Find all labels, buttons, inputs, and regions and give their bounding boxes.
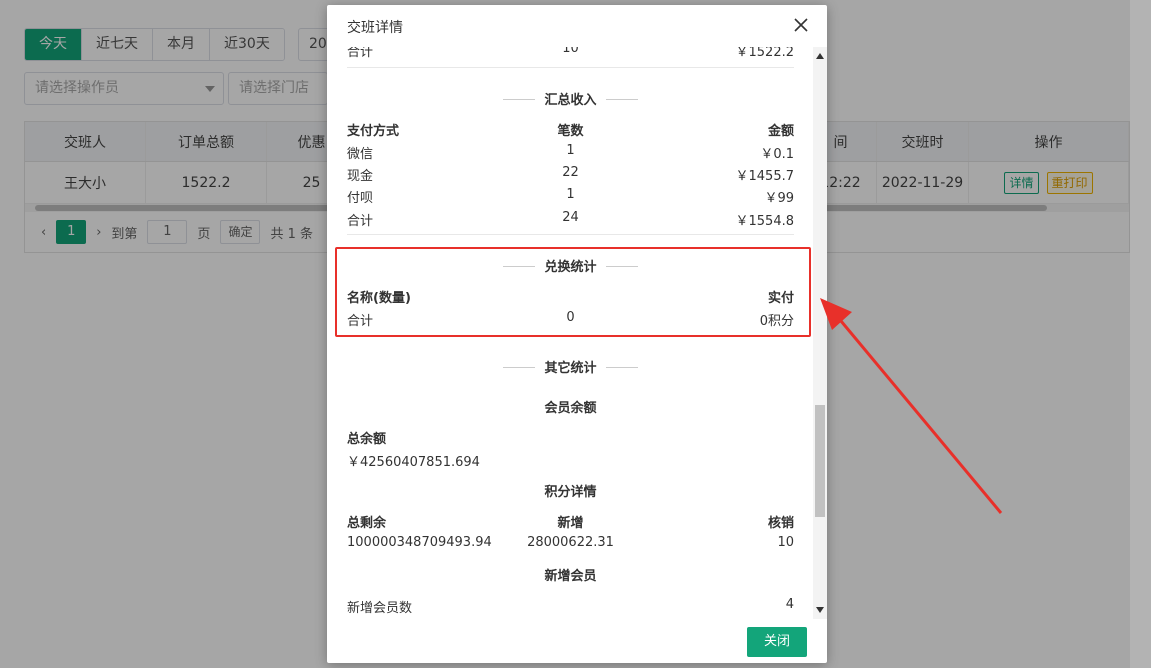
row-count: 1 xyxy=(566,143,575,158)
balance-label: 总余额 xyxy=(347,432,387,447)
header-amount: 金额 xyxy=(767,124,794,139)
row-amount: ￥1522.2 xyxy=(735,47,795,60)
row-amount: ￥1455.7 xyxy=(735,169,795,184)
row-amount: ￥0.1 xyxy=(760,147,794,162)
scrollbar-thumb[interactable] xyxy=(815,405,825,517)
income-row-cash: 现金 22 ￥1455.7 xyxy=(347,165,794,185)
section-title-income: 汇总收入 xyxy=(347,89,794,109)
section-title-other: 其它统计 xyxy=(347,357,794,377)
highlight-box xyxy=(335,247,811,337)
dialog-footer: 关闭 xyxy=(747,627,807,657)
row-amount: ￥1554.8 xyxy=(735,214,795,229)
row-count: 1 xyxy=(566,187,575,202)
new-member-title: 新增会员 xyxy=(544,569,597,584)
close-icon[interactable] xyxy=(793,17,809,33)
scroll-up-icon[interactable] xyxy=(816,53,824,59)
new-member-label: 新增会员数 xyxy=(347,601,413,616)
income-row-total: 合计 24 ￥1554.8 xyxy=(347,210,794,230)
row-count: 10 xyxy=(562,47,579,56)
points-detail-title: 积分详情 xyxy=(544,485,597,500)
row-count: 22 xyxy=(562,165,579,180)
close-button[interactable]: 关闭 xyxy=(747,627,807,657)
scroll-down-icon[interactable] xyxy=(816,607,824,613)
balance-value: ￥42560407851.694 xyxy=(347,455,480,470)
divider xyxy=(347,67,794,68)
header-used: 核销 xyxy=(767,516,794,531)
row-amount: ￥99 xyxy=(764,191,794,206)
row-count: 24 xyxy=(562,210,579,225)
new-member-row: 新增会员数 4 xyxy=(347,597,794,617)
points-added: 28000622.31 xyxy=(527,535,614,550)
dialog-scrollbar[interactable] xyxy=(813,47,827,619)
income-row-wechat: 微信 1 ￥0.1 xyxy=(347,143,794,163)
income-row-fubei: 付呗 1 ￥99 xyxy=(347,187,794,207)
points-header-row: 总剩余 新增 核销 xyxy=(347,512,794,532)
summary-total-row: 合计 10 ￥1522.2 xyxy=(347,47,794,61)
new-member-value: 4 xyxy=(785,597,794,612)
points-used: 10 xyxy=(777,535,794,550)
header-added: 新增 xyxy=(557,516,584,531)
divider xyxy=(347,234,794,235)
member-balance-title: 会员余额 xyxy=(544,401,597,416)
header-count: 笔数 xyxy=(557,124,584,139)
balance-value-row: ￥42560407851.694 xyxy=(347,451,794,471)
page-scrollbar[interactable] xyxy=(1130,0,1151,668)
income-header-row: 支付方式 笔数 金额 xyxy=(347,120,794,140)
dialog-title: 交班详情 xyxy=(347,20,403,36)
balance-label-row: 总余额 xyxy=(347,428,794,448)
points-value-row: 100000348709493.94 28000622.31 10 xyxy=(347,535,794,555)
